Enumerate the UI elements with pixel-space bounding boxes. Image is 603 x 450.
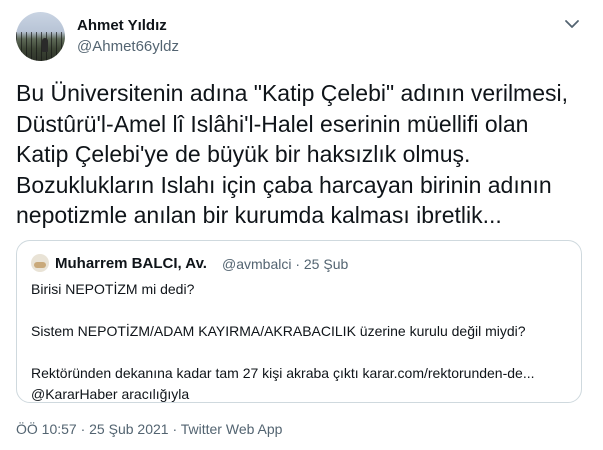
- tweet-text-line: Katip Çelebi'ye de büyük bir haksızlık o…: [16, 141, 471, 167]
- tweet-text-line: Bozuklukların Islahı için çaba harcayan …: [16, 171, 552, 198]
- tweet: Ahmet Yıldız @Ahmet66yldz Bu Üniversiten…: [0, 0, 603, 450]
- avatar-fence-pattern: [16, 32, 65, 61]
- chevron-down-icon[interactable]: [562, 14, 582, 34]
- quoted-text-line: @KararHaber aracılığıyla: [31, 386, 190, 402]
- author-avatar[interactable]: [16, 12, 65, 61]
- quoted-author-meta: @avmbalci · 25 Şub: [222, 256, 349, 272]
- tweet-text: Bu Üniversitenin adına "Katip Çelebi" ad…: [16, 78, 591, 231]
- avatar-figure: [42, 38, 48, 52]
- author-handle[interactable]: @Ahmet66yldz: [77, 38, 179, 55]
- tweet-text-line: Düstûrü'l-Amel lî Islâhi'l-Halel eserini…: [16, 110, 529, 137]
- quoted-text-line: Rektöründen dekanına kadar tam 27 kişi a…: [31, 365, 535, 381]
- tweet-timestamp-source[interactable]: ÖÖ 10:57 · 25 Şub 2021 · Twitter Web App: [16, 421, 282, 437]
- tweet-text-line: Bu Üniversitenin adına "Katip Çelebi" ad…: [16, 80, 568, 106]
- quoted-author-avatar: [31, 254, 49, 272]
- tweet-text-line: nepotizmle anılan bir kurumda kalması ib…: [16, 202, 502, 228]
- author-display-name[interactable]: Ahmet Yıldız: [77, 17, 167, 34]
- quoted-tweet-card[interactable]: Muharrem BALCI, Av. @avmbalci · 25 Şub B…: [16, 240, 582, 403]
- quoted-text-spacer: [31, 300, 571, 321]
- quoted-text-line: Sistem NEPOTİZM/ADAM KAYIRMA/AKRABACILIK…: [31, 323, 526, 339]
- quoted-author-name: Muharrem BALCI, Av.: [55, 255, 207, 272]
- quoted-text-spacer: [31, 342, 571, 363]
- quoted-tweet-text: Birisi NEPOTİZM mi dedi? Sistem NEPOTİZM…: [31, 279, 571, 405]
- quoted-text-line: Birisi NEPOTİZM mi dedi?: [31, 281, 195, 297]
